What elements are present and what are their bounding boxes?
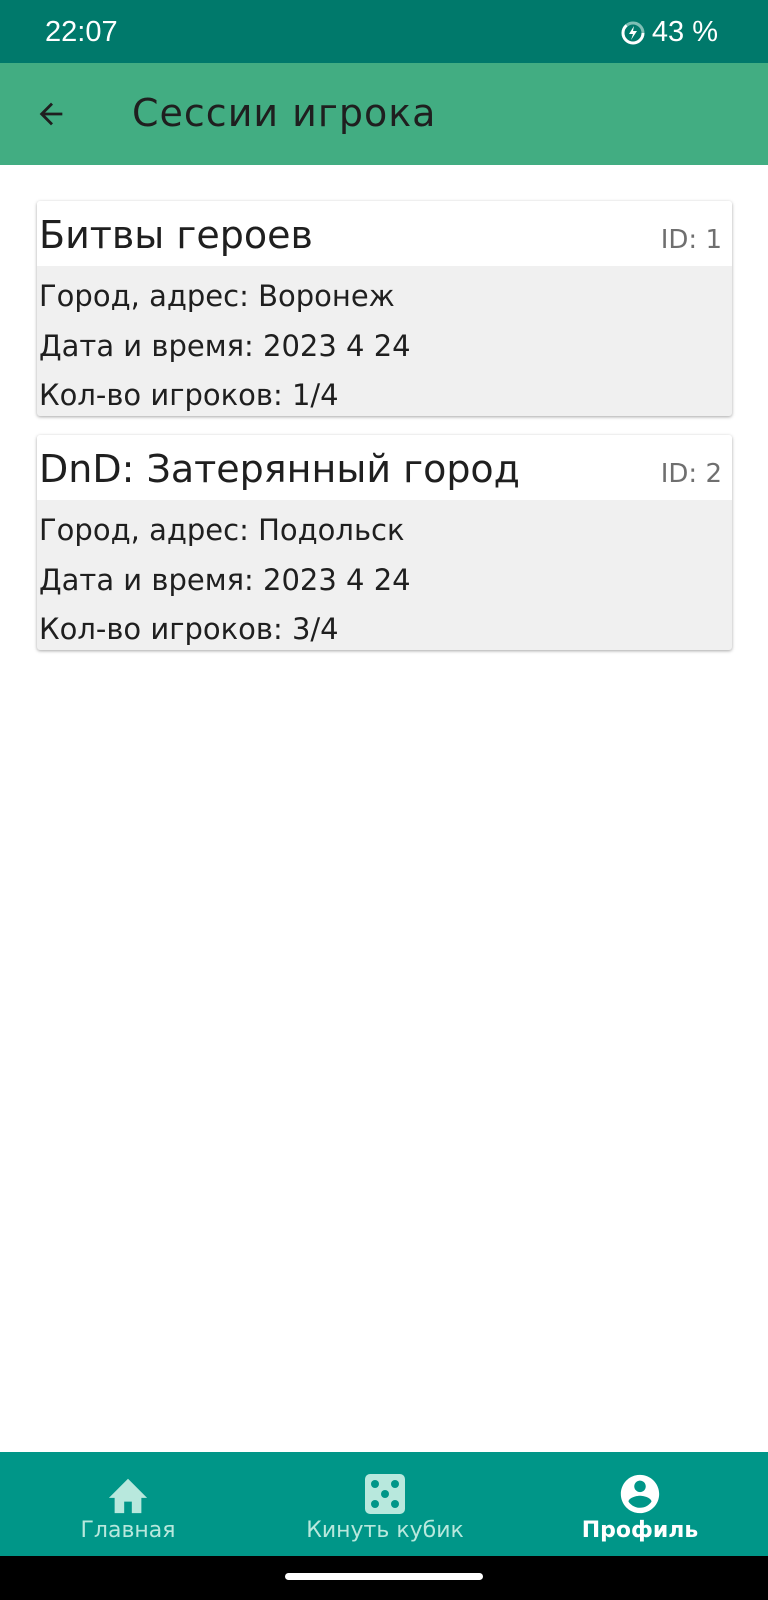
- battery-saver-icon: [620, 20, 646, 46]
- session-players: Кол-во игроков: 1/4: [39, 378, 339, 412]
- session-title: Битвы героев: [39, 213, 313, 257]
- session-card-header: Битвы героев ID: 1: [37, 201, 732, 266]
- nav-label-home: Главная: [80, 1518, 176, 1543]
- account-circle-icon: [617, 1472, 663, 1516]
- status-time: 22:07: [45, 16, 118, 48]
- arrow-back-icon: [39, 102, 63, 126]
- page-title: Сессии игрока: [132, 91, 437, 135]
- session-id: ID: 1: [660, 225, 722, 255]
- battery-percent: 43 %: [651, 16, 718, 48]
- nav-item-home[interactable]: Главная: [48, 1452, 208, 1556]
- home-icon: [105, 1472, 151, 1516]
- session-address: Город, адрес: Подольск: [39, 513, 405, 547]
- dice-icon: [362, 1472, 408, 1516]
- session-card[interactable]: DnD: Затерянный город ID: 2 Город, адрес…: [37, 435, 732, 650]
- app-bar: Сессии игрока: [0, 63, 768, 165]
- system-gesture-bar: [0, 1556, 768, 1600]
- session-id: ID: 2: [660, 459, 722, 489]
- bottom-navigation: Главная Кинуть кубик Профиль: [0, 1452, 768, 1556]
- session-datetime: Дата и время: 2023 4 24: [39, 329, 411, 363]
- status-indicators: 43 %: [620, 16, 718, 49]
- session-address: Город, адрес: Воронеж: [39, 279, 395, 313]
- session-title: DnD: Затерянный город: [39, 447, 520, 491]
- nav-label-profile: Профиль: [581, 1518, 699, 1543]
- nav-label-roll-dice: Кинуть кубик: [306, 1518, 464, 1543]
- back-button[interactable]: [22, 85, 80, 143]
- nav-item-roll-dice[interactable]: Кинуть кубик: [290, 1452, 480, 1556]
- session-card-header: DnD: Затерянный город ID: 2: [37, 435, 732, 500]
- session-card[interactable]: Битвы героев ID: 1 Город, адрес: Воронеж…: [37, 201, 732, 416]
- session-players: Кол-во игроков: 3/4: [39, 612, 339, 646]
- status-bar: 22:07 43 %: [0, 0, 768, 63]
- session-datetime: Дата и время: 2023 4 24: [39, 563, 411, 597]
- home-gesture-handle[interactable]: [285, 1573, 483, 1580]
- nav-item-profile[interactable]: Профиль: [565, 1452, 715, 1556]
